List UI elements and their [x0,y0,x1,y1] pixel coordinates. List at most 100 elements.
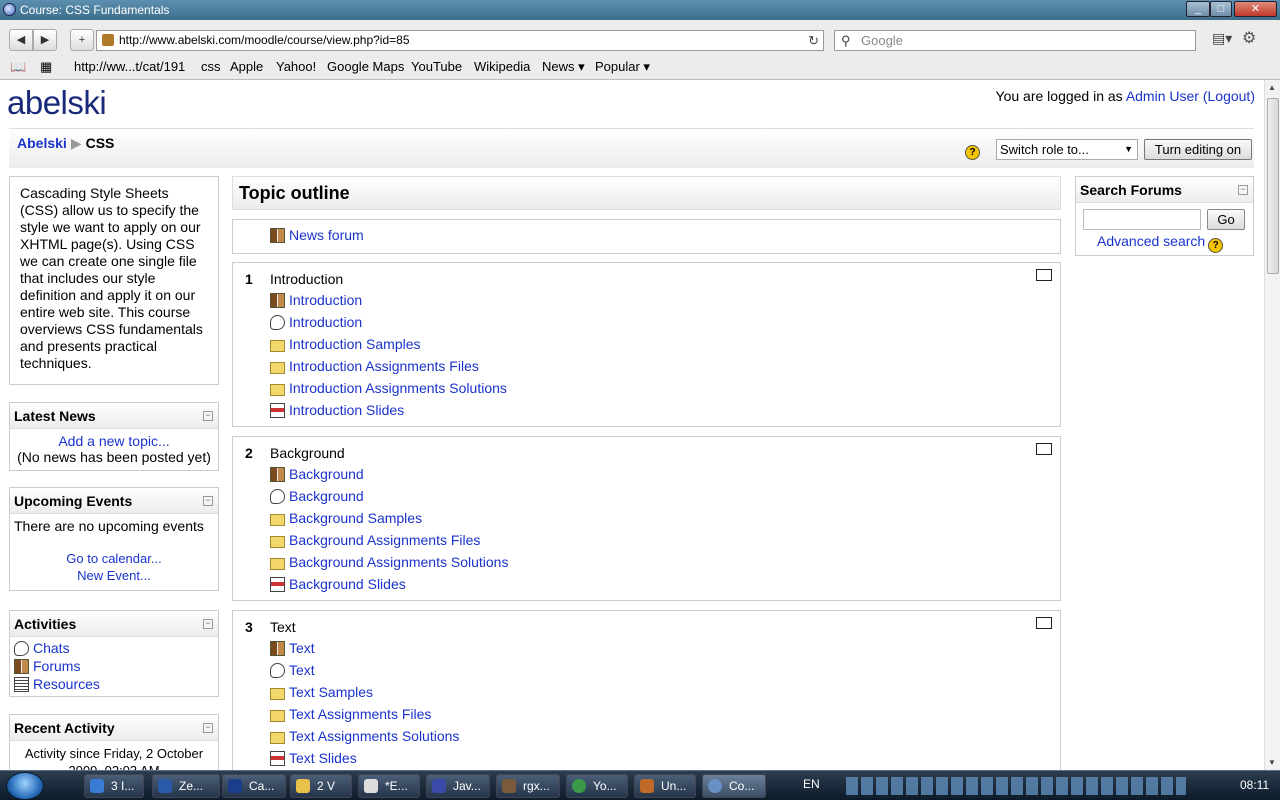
activity-link[interactable]: News forum [289,227,364,243]
section-activity[interactable]: Background Assignments Files [270,532,480,548]
activity-link[interactable]: Text [289,662,315,678]
activity-item-resources[interactable]: Resources [14,675,214,693]
bookmark-folder-popular[interactable]: Popular ▾ [595,57,650,77]
forward-button[interactable]: ▶ [33,29,57,51]
activity-item-forums[interactable]: Forums [14,657,214,675]
activity-link[interactable]: Text Assignments Solutions [289,728,459,744]
collapse-icon[interactable]: − [203,411,213,421]
activity-link[interactable]: Background Slides [289,576,406,592]
add-bookmark-button[interactable]: + [70,29,94,51]
gear-icon[interactable]: ⚙ [1242,28,1256,48]
bookmark-item[interactable]: Apple [230,57,263,77]
turn-editing-on-button[interactable]: Turn editing on [1144,139,1252,160]
search-input[interactable]: ⚲ Google [834,30,1196,51]
bookmark-item[interactable]: YouTube [411,57,462,77]
activity-link[interactable]: Background Assignments Files [289,532,480,548]
section-activity[interactable]: Text [270,662,315,678]
scroll-down-icon[interactable]: ▼ [1268,758,1276,767]
taskbar-item[interactable]: Ze... [152,774,220,798]
bookmark-folder-news[interactable]: News ▾ [542,57,585,77]
taskbar-item-active[interactable]: Co... [702,774,766,798]
section-activity[interactable]: Text Slides [270,750,357,766]
show-only-section-icon[interactable] [1036,269,1052,281]
section-activity[interactable]: Background Samples [270,510,422,526]
section-activity[interactable]: Text Samples [270,684,373,700]
top-sites-grid-icon[interactable]: ▦ [40,57,52,77]
site-logo[interactable]: abelski [7,84,107,122]
advanced-search-link[interactable]: Advanced search [1097,233,1205,249]
activity-label[interactable]: Forums [33,658,80,674]
scrollbar-thumb[interactable] [1267,98,1279,274]
section-activity[interactable]: News forum [270,227,364,243]
activity-link[interactable]: Introduction [289,292,362,308]
section-activity[interactable]: Text Assignments Solutions [270,728,459,744]
bookmarks-book-icon[interactable]: 📖 [10,57,26,77]
minimize-button[interactable]: _ [1186,1,1210,17]
section-activity[interactable]: Text [270,640,315,656]
collapse-icon[interactable]: − [1238,185,1248,195]
section-activity[interactable]: Background [270,466,364,482]
taskbar-item[interactable]: 3 I... [84,774,144,798]
taskbar-item[interactable]: *E... [358,774,420,798]
section-activity[interactable]: Introduction Assignments Files [270,358,479,374]
user-link[interactable]: Admin User [1126,88,1199,104]
forum-search-input[interactable] [1083,209,1201,230]
section-activity[interactable]: Introduction Assignments Solutions [270,380,507,396]
start-button[interactable] [6,772,44,800]
taskbar-item[interactable]: rgx... [496,774,560,798]
vertical-scrollbar[interactable]: ▲ ▼ [1264,80,1280,770]
section-activity[interactable]: Background [270,488,364,504]
section-activity[interactable]: Text Assignments Files [270,706,431,722]
activity-link[interactable]: Introduction Slides [289,402,404,418]
bookmark-item[interactable]: Yahoo! [276,57,316,77]
taskbar-item[interactable]: Yo... [566,774,628,798]
activity-link[interactable]: Background Samples [289,510,422,526]
bookmark-item[interactable]: Google Maps [327,57,404,77]
reload-icon[interactable]: ↻ [808,31,819,50]
address-bar[interactable]: http://www.abelski.com/moodle/course/vie… [96,30,824,51]
collapse-icon[interactable]: − [203,723,213,733]
collapse-icon[interactable]: − [203,619,213,629]
activity-link[interactable]: Background Assignments Solutions [289,554,508,570]
help-icon[interactable]: ? [965,145,980,160]
taskbar-item[interactable]: 2 V [290,774,352,798]
bookmark-item[interactable]: Wikipedia [474,57,530,77]
scroll-up-icon[interactable]: ▲ [1268,83,1276,92]
section-activity[interactable]: Background Assignments Solutions [270,554,508,570]
activity-link[interactable]: Text Samples [289,684,373,700]
clock[interactable]: 08:11 [1240,778,1269,792]
taskbar-item[interactable]: Un... [634,774,696,798]
show-only-section-icon[interactable] [1036,443,1052,455]
maximize-button[interactable]: □ [1210,1,1232,17]
switch-role-select[interactable]: Switch role to... ▼ [996,139,1138,160]
page-menu-icon[interactable]: ▤▾ [1212,30,1232,47]
bookmark-item[interactable]: css [201,57,221,77]
back-button[interactable]: ◀ [9,29,33,51]
language-indicator[interactable]: EN [803,777,820,791]
activity-link[interactable]: Introduction [289,314,362,330]
activity-link[interactable]: Background [289,466,364,482]
activity-link[interactable]: Introduction Assignments Files [289,358,479,374]
system-tray-icons[interactable] [846,777,1186,795]
activity-link[interactable]: Introduction Assignments Solutions [289,380,507,396]
activity-link[interactable]: Text [289,640,315,656]
breadcrumb-home[interactable]: Abelski [17,135,67,151]
activity-item-chats[interactable]: Chats [14,639,214,657]
bookmark-item[interactable]: http://ww...t/cat/191 [74,57,185,77]
section-activity[interactable]: Introduction [270,292,362,308]
add-topic-link[interactable]: Add a new topic... [58,433,169,449]
activity-link[interactable]: Text Slides [289,750,357,766]
taskbar-item[interactable]: Jav... [426,774,490,798]
new-event-link[interactable]: New Event... [77,568,151,583]
logout-link[interactable]: (Logout) [1203,88,1255,104]
section-activity[interactable]: Background Slides [270,576,406,592]
activity-link[interactable]: Introduction Samples [289,336,421,352]
close-button[interactable]: ✕ [1234,1,1277,17]
collapse-icon[interactable]: − [203,496,213,506]
help-icon[interactable]: ? [1208,238,1224,253]
section-activity[interactable]: Introduction Samples [270,336,421,352]
activity-label[interactable]: Chats [33,640,70,656]
section-activity[interactable]: Introduction [270,314,362,330]
show-only-section-icon[interactable] [1036,617,1052,629]
taskbar-item[interactable]: Ca... [222,774,286,798]
